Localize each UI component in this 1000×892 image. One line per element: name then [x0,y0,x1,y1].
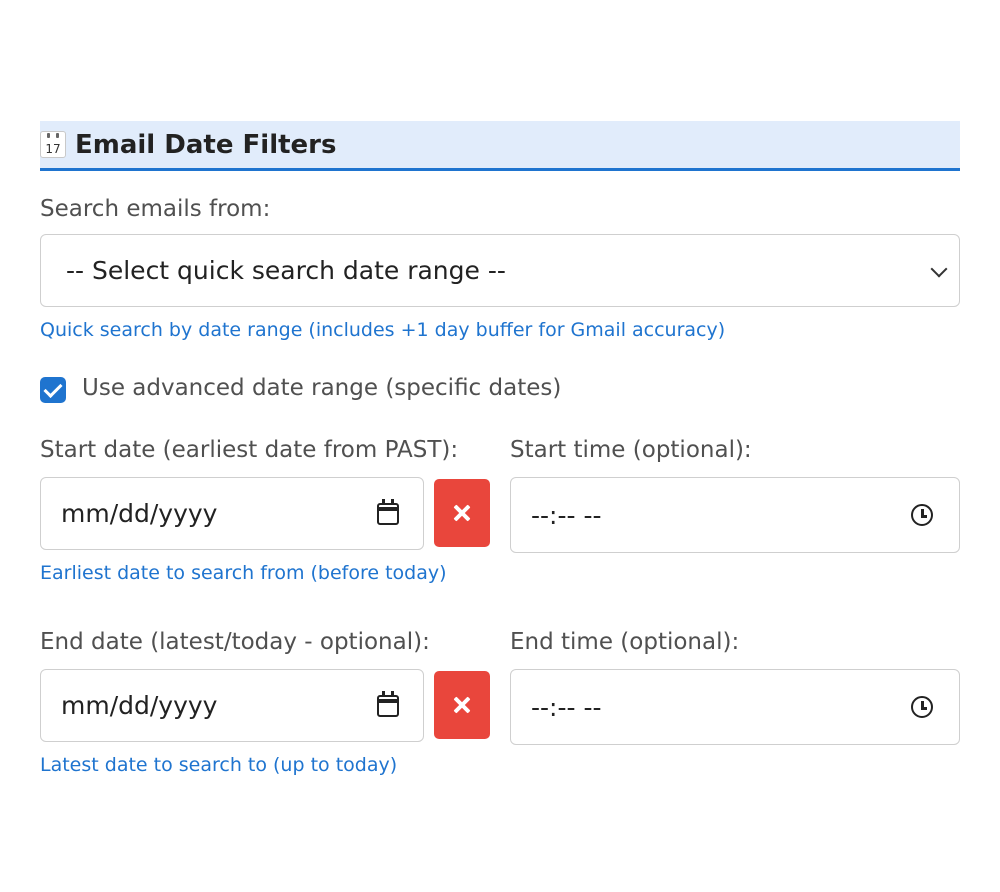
advanced-date-range-checkbox[interactable] [40,377,66,403]
start-time-value: --:-- -- [531,500,602,530]
clear-start-date-button[interactable] [434,479,490,547]
end-time-input[interactable]: --:-- -- [510,669,960,745]
start-date-label: Start date (earliest date from PAST): [40,437,459,463]
calendar-icon-day: 17 [45,142,61,156]
start-date-hint: Earliest date to search from (before tod… [40,562,447,584]
section-header: 17 Email Date Filters [40,121,960,171]
chevron-down-icon [930,260,948,278]
start-date-value: mm/dd/yyyy [61,499,218,528]
end-date-input[interactable]: mm/dd/yyyy [40,669,424,742]
end-date-label: End date (latest/today - optional): [40,629,430,655]
clear-end-date-button[interactable] [434,671,490,739]
close-icon [454,697,470,713]
calendar-picker-icon[interactable] [377,691,399,717]
close-icon [454,505,470,521]
calendar-icon: 17 [40,131,66,158]
section-title: Email Date Filters [75,129,337,160]
start-date-input[interactable]: mm/dd/yyyy [40,477,424,550]
clock-icon[interactable] [911,504,933,526]
quick-search-label: Search emails from: [40,196,271,222]
start-time-label: Start time (optional): [510,437,752,463]
email-date-filters-panel: 17 Email Date Filters Search emails from… [40,121,960,776]
clock-icon[interactable] [911,696,933,718]
start-time-input[interactable]: --:-- -- [510,477,960,553]
calendar-picker-icon[interactable] [377,499,399,525]
advanced-date-range-label[interactable]: Use advanced date range (specific dates) [82,375,561,401]
quick-search-select[interactable]: -- Select quick search date range -- [40,234,960,307]
end-date-hint: Latest date to search to (up to today) [40,754,398,776]
quick-search-selected-value: -- Select quick search date range -- [66,256,506,285]
quick-search-hint: Quick search by date range (includes +1 … [40,319,726,341]
end-time-value: --:-- -- [531,692,602,722]
end-date-value: mm/dd/yyyy [61,691,218,720]
end-time-label: End time (optional): [510,629,740,655]
